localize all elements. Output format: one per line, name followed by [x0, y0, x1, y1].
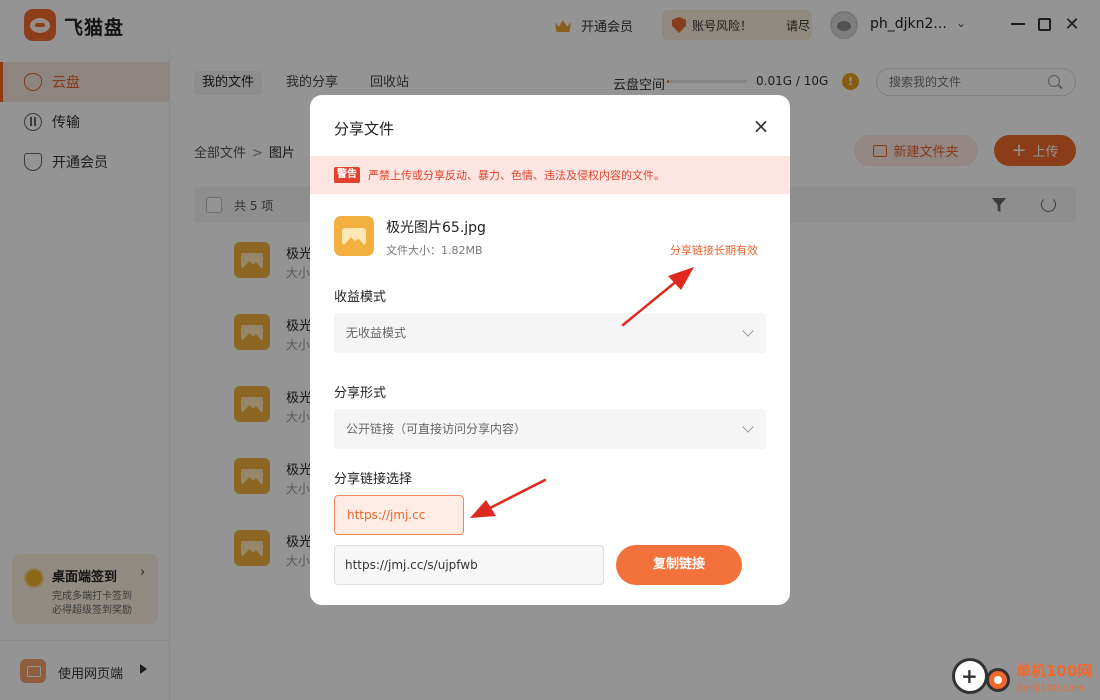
- link-domain-option[interactable]: https://jmj.cc: [334, 495, 464, 535]
- chevron-down-icon: [742, 325, 754, 337]
- dialog-title: 分享文件: [334, 120, 395, 138]
- watermark-dot-icon: [986, 668, 1010, 692]
- close-icon[interactable]: ×: [751, 116, 771, 137]
- watermark-url: danji100.com: [1016, 683, 1084, 694]
- copy-link-button[interactable]: 复制链接: [616, 545, 742, 585]
- warning-tag: 警告: [334, 167, 360, 183]
- share-file-name: 极光图片65.jpg: [386, 220, 486, 236]
- share-file-dialog: 分享文件 × 警告 严禁上传或分享反动、暴力、色情、违法及侵权内容的文件。 极光…: [310, 95, 790, 605]
- share-link-field[interactable]: [334, 545, 604, 585]
- image-file-icon: [334, 216, 374, 256]
- share-form-value: 公开链接（可直接访问分享内容）: [346, 422, 527, 436]
- watermark-text: 单机100网: [1016, 662, 1093, 680]
- income-mode-label: 收益模式: [334, 290, 387, 305]
- share-form-label: 分享形式: [334, 386, 387, 401]
- watermark-logo-icon: [952, 658, 988, 694]
- warning-banner: 警告 严禁上传或分享反动、暴力、色情、违法及侵权内容的文件。: [310, 156, 790, 194]
- chevron-down-icon: [742, 421, 754, 433]
- income-mode-select[interactable]: 无收益模式: [334, 313, 766, 353]
- warning-text: 严禁上传或分享反动、暴力、色情、违法及侵权内容的文件。: [368, 169, 665, 182]
- share-form-select[interactable]: 公开链接（可直接访问分享内容）: [334, 409, 766, 449]
- income-mode-value: 无收益模式: [346, 326, 407, 340]
- share-file-size: 文件大小：1.82MB: [386, 244, 483, 257]
- link-choice-label: 分享链接选择: [334, 472, 413, 487]
- link-validity-note: 分享链接长期有效: [670, 244, 758, 257]
